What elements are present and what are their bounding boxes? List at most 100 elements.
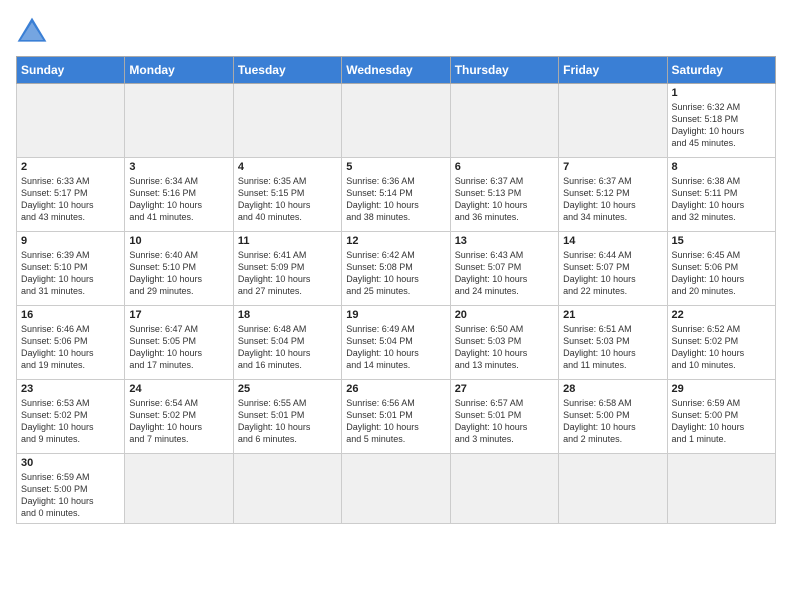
- logo: [16, 16, 52, 44]
- day-number: 28: [563, 383, 662, 395]
- calendar-cell: 24 Sunrise: 6:54 AM Sunset: 5:02 PM Dayli…: [125, 380, 233, 454]
- calendar-cell: 7 Sunrise: 6:37 AM Sunset: 5:12 PM Daylig…: [559, 158, 667, 232]
- calendar-cell: [450, 454, 558, 524]
- day-number: 4: [238, 161, 337, 173]
- day-number: 23: [21, 383, 120, 395]
- day-number: 5: [346, 161, 445, 173]
- calendar-cell: 20Sunrise: 6:50 AM Sunset: 5:03 PM Dayli…: [450, 306, 558, 380]
- calendar-cell: 6 Sunrise: 6:37 AM Sunset: 5:13 PM Daylig…: [450, 158, 558, 232]
- calendar-cell: 9 Sunrise: 6:39 AM Sunset: 5:10 PM Daylig…: [17, 232, 125, 306]
- day-number: 1: [672, 87, 771, 99]
- calendar-cell: 3 Sunrise: 6:34 AM Sunset: 5:16 PM Daylig…: [125, 158, 233, 232]
- calendar-cell: 16 Sunrise: 6:46 AM Sunset: 5:06 PM Dayli…: [17, 306, 125, 380]
- day-info: Sunrise: 6:42 AM Sunset: 5:08 PM Dayligh…: [346, 249, 445, 298]
- day-info: Sunrise: 6:32 AM Sunset: 5:18 PM Dayligh…: [672, 101, 771, 150]
- calendar-cell: 4 Sunrise: 6:35 AM Sunset: 5:15 PM Daylig…: [233, 158, 341, 232]
- calendar-cell: 5 Sunrise: 6:36 AM Sunset: 5:14 PM Daylig…: [342, 158, 450, 232]
- calendar-cell: 14 Sunrise: 6:44 AM Sunset: 5:07 PM Dayli…: [559, 232, 667, 306]
- day-info: Sunrise: 6:54 AM Sunset: 5:02 PM Dayligh…: [129, 397, 228, 446]
- calendar-cell: 17 Sunrise: 6:47 AM Sunset: 5:05 PM Dayli…: [125, 306, 233, 380]
- weekday-header-monday: Monday: [125, 57, 233, 84]
- day-info: Sunrise: 6:59 AM Sunset: 5:00 PM Dayligh…: [672, 397, 771, 446]
- calendar-cell: 29 Sunrise: 6:59 AM Sunset: 5:00 PM Dayli…: [667, 380, 775, 454]
- calendar-table: SundayMondayTuesdayWednesdayThursdayFrid…: [16, 56, 776, 524]
- day-number: 14: [563, 235, 662, 247]
- day-number: 12: [346, 235, 445, 247]
- day-number: 22: [672, 309, 771, 321]
- day-number: 17: [129, 309, 228, 321]
- calendar-cell: 12 Sunrise: 6:42 AM Sunset: 5:08 PM Dayli…: [342, 232, 450, 306]
- calendar-cell: [233, 454, 341, 524]
- calendar-cell: [667, 454, 775, 524]
- weekday-header-row: SundayMondayTuesdayWednesdayThursdayFrid…: [17, 57, 776, 84]
- day-number: 24: [129, 383, 228, 395]
- calendar-cell: [233, 84, 341, 158]
- day-number: 7: [563, 161, 662, 173]
- calendar-cell: [342, 84, 450, 158]
- day-info: Sunrise: 6:51 AM Sunset: 5:03 PM Dayligh…: [563, 323, 662, 372]
- day-number: 27: [455, 383, 554, 395]
- day-info: Sunrise: 6:53 AM Sunset: 5:02 PM Dayligh…: [21, 397, 120, 446]
- weekday-header-tuesday: Tuesday: [233, 57, 341, 84]
- day-number: 6: [455, 161, 554, 173]
- day-info: Sunrise: 6:35 AM Sunset: 5:15 PM Dayligh…: [238, 175, 337, 224]
- day-number: 13: [455, 235, 554, 247]
- day-number: 26: [346, 383, 445, 395]
- calendar-cell: 23 Sunrise: 6:53 AM Sunset: 5:02 PM Dayli…: [17, 380, 125, 454]
- calendar-cell: 28 Sunrise: 6:58 AM Sunset: 5:00 PM Dayli…: [559, 380, 667, 454]
- day-number: 10: [129, 235, 228, 247]
- day-info: Sunrise: 6:34 AM Sunset: 5:16 PM Dayligh…: [129, 175, 228, 224]
- calendar-cell: 18 Sunrise: 6:48 AM Sunset: 5:04 PM Dayli…: [233, 306, 341, 380]
- day-number: 15: [672, 235, 771, 247]
- calendar-cell: 26 Sunrise: 6:56 AM Sunset: 5:01 PM Dayli…: [342, 380, 450, 454]
- calendar-row-5: 23 Sunrise: 6:53 AM Sunset: 5:02 PM Dayli…: [17, 380, 776, 454]
- day-info: Sunrise: 6:48 AM Sunset: 5:04 PM Dayligh…: [238, 323, 337, 372]
- weekday-header-wednesday: Wednesday: [342, 57, 450, 84]
- day-info: Sunrise: 6:46 AM Sunset: 5:06 PM Dayligh…: [21, 323, 120, 372]
- day-info: Sunrise: 6:39 AM Sunset: 5:10 PM Dayligh…: [21, 249, 120, 298]
- day-info: Sunrise: 6:37 AM Sunset: 5:13 PM Dayligh…: [455, 175, 554, 224]
- day-info: Sunrise: 6:33 AM Sunset: 5:17 PM Dayligh…: [21, 175, 120, 224]
- calendar-row-2: 2 Sunrise: 6:33 AM Sunset: 5:17 PM Daylig…: [17, 158, 776, 232]
- day-number: 18: [238, 309, 337, 321]
- calendar-cell: 30Sunrise: 6:59 AM Sunset: 5:00 PM Dayli…: [17, 454, 125, 524]
- calendar-cell: 21Sunrise: 6:51 AM Sunset: 5:03 PM Dayli…: [559, 306, 667, 380]
- calendar-cell: 8Sunrise: 6:38 AM Sunset: 5:11 PM Daylig…: [667, 158, 775, 232]
- day-info: Sunrise: 6:49 AM Sunset: 5:04 PM Dayligh…: [346, 323, 445, 372]
- day-info: Sunrise: 6:45 AM Sunset: 5:06 PM Dayligh…: [672, 249, 771, 298]
- day-info: Sunrise: 6:38 AM Sunset: 5:11 PM Dayligh…: [672, 175, 771, 224]
- day-number: 29: [672, 383, 771, 395]
- day-info: Sunrise: 6:47 AM Sunset: 5:05 PM Dayligh…: [129, 323, 228, 372]
- day-number: 16: [21, 309, 120, 321]
- day-number: 9: [21, 235, 120, 247]
- day-number: 25: [238, 383, 337, 395]
- day-info: Sunrise: 6:44 AM Sunset: 5:07 PM Dayligh…: [563, 249, 662, 298]
- header: [16, 16, 776, 44]
- day-info: Sunrise: 6:41 AM Sunset: 5:09 PM Dayligh…: [238, 249, 337, 298]
- calendar-cell: 15 Sunrise: 6:45 AM Sunset: 5:06 PM Dayli…: [667, 232, 775, 306]
- calendar-cell: 10 Sunrise: 6:40 AM Sunset: 5:10 PM Dayli…: [125, 232, 233, 306]
- day-info: Sunrise: 6:36 AM Sunset: 5:14 PM Dayligh…: [346, 175, 445, 224]
- weekday-header-friday: Friday: [559, 57, 667, 84]
- calendar-cell: 13Sunrise: 6:43 AM Sunset: 5:07 PM Dayli…: [450, 232, 558, 306]
- weekday-header-saturday: Saturday: [667, 57, 775, 84]
- day-number: 30: [21, 457, 120, 469]
- day-info: Sunrise: 6:56 AM Sunset: 5:01 PM Dayligh…: [346, 397, 445, 446]
- calendar-cell: 2 Sunrise: 6:33 AM Sunset: 5:17 PM Daylig…: [17, 158, 125, 232]
- day-info: Sunrise: 6:37 AM Sunset: 5:12 PM Dayligh…: [563, 175, 662, 224]
- day-number: 3: [129, 161, 228, 173]
- logo-icon: [16, 16, 48, 44]
- day-info: Sunrise: 6:58 AM Sunset: 5:00 PM Dayligh…: [563, 397, 662, 446]
- calendar-cell: [17, 84, 125, 158]
- calendar-row-4: 16 Sunrise: 6:46 AM Sunset: 5:06 PM Dayli…: [17, 306, 776, 380]
- calendar-cell: 25Sunrise: 6:55 AM Sunset: 5:01 PM Dayli…: [233, 380, 341, 454]
- day-number: 20: [455, 309, 554, 321]
- day-info: Sunrise: 6:40 AM Sunset: 5:10 PM Dayligh…: [129, 249, 228, 298]
- day-number: 11: [238, 235, 337, 247]
- day-info: Sunrise: 6:52 AM Sunset: 5:02 PM Dayligh…: [672, 323, 771, 372]
- calendar-cell: [450, 84, 558, 158]
- calendar-cell: 22 Sunrise: 6:52 AM Sunset: 5:02 PM Dayli…: [667, 306, 775, 380]
- day-number: 2: [21, 161, 120, 173]
- weekday-header-sunday: Sunday: [17, 57, 125, 84]
- day-number: 19: [346, 309, 445, 321]
